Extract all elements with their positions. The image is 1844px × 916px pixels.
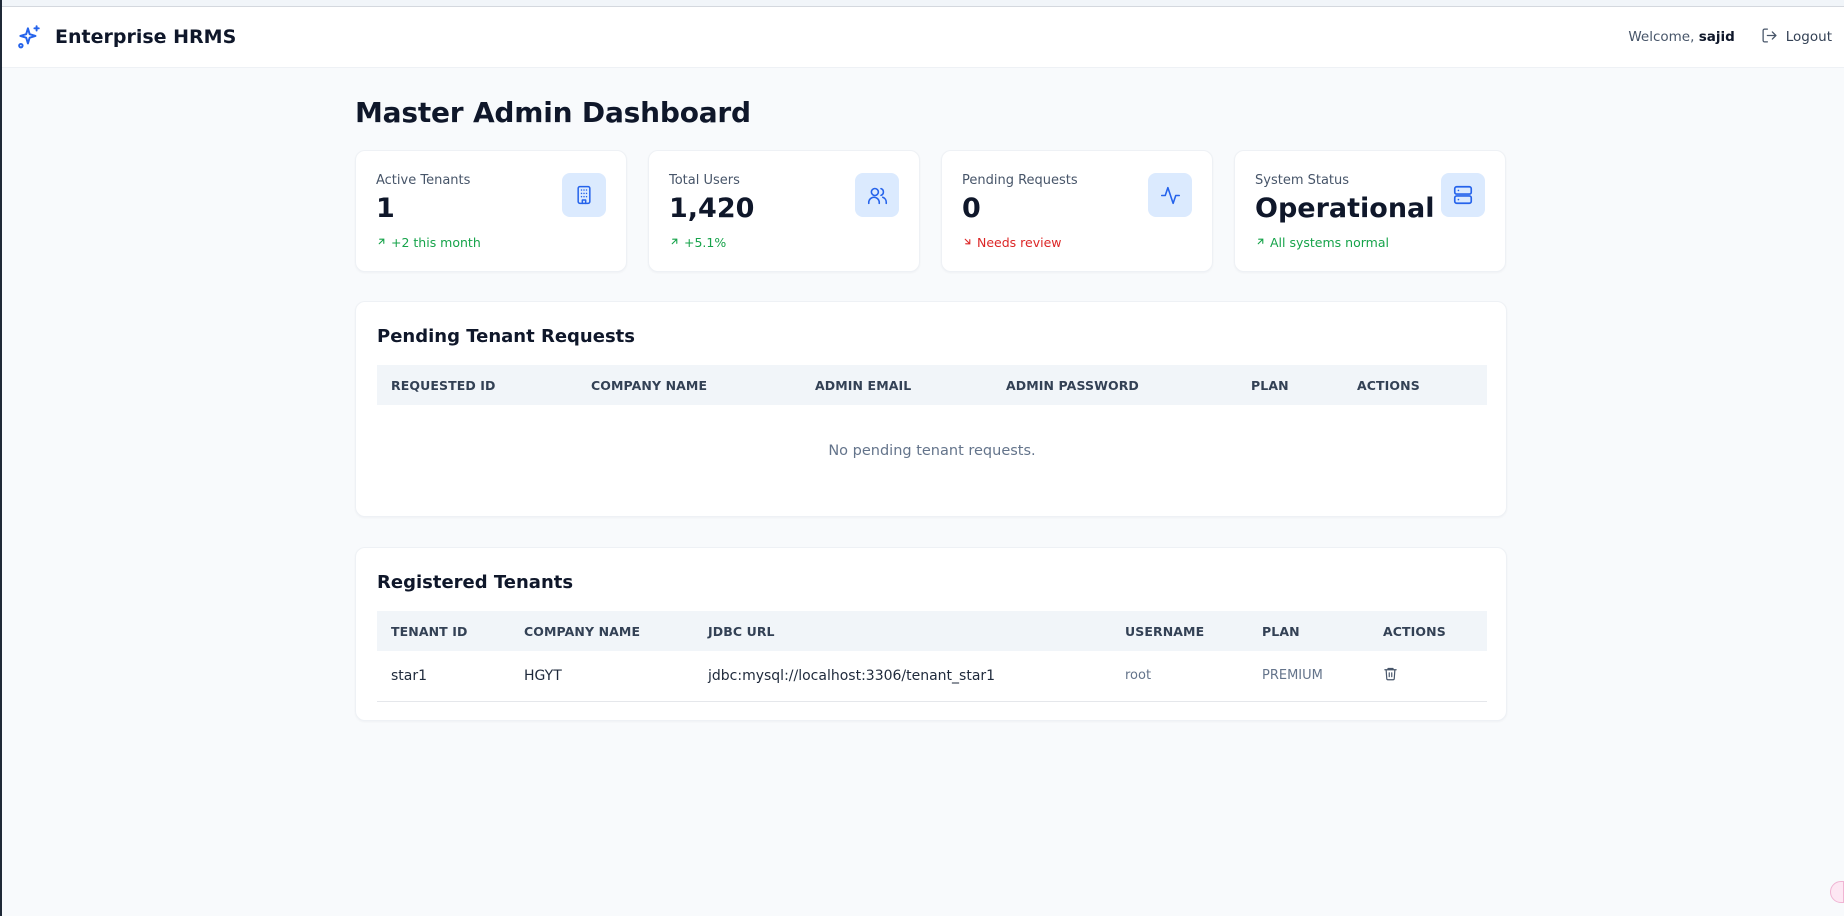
stat-trend-text: Needs review xyxy=(977,235,1062,250)
page-title: Master Admin Dashboard xyxy=(355,96,751,129)
actions-cell xyxy=(1369,651,1487,701)
arrow-up-right-icon xyxy=(376,235,387,250)
logout-label: Logout xyxy=(1785,29,1832,45)
stat-trend-text: All systems normal xyxy=(1270,235,1389,250)
welcome-text: Welcome, sajid xyxy=(1628,29,1734,45)
table-row[interactable]: star1 HGYT jdbc:mysql://localhost:3306/t… xyxy=(377,651,1487,701)
column-header: ADMIN EMAIL xyxy=(815,377,912,393)
stat-card-total-users: Total Users 1,420 +5.1% xyxy=(648,150,920,272)
logout-icon xyxy=(1761,27,1778,48)
top-navbar: Enterprise HRMS Welcome, sajid Logout xyxy=(2,7,1844,68)
stat-trend: +2 this month xyxy=(376,235,606,250)
panel-title: Pending Tenant Requests xyxy=(377,326,635,347)
column-header: ACTIONS xyxy=(1383,623,1446,639)
stat-card-system-status: System Status Operational All systems no… xyxy=(1234,150,1506,272)
registered-tenants-panel: Registered Tenants TENANT ID COMPANY NAM… xyxy=(355,547,1507,721)
column-header: COMPANY NAME xyxy=(591,377,708,393)
stat-trend: All systems normal xyxy=(1255,235,1485,250)
stat-trend-text: +5.1% xyxy=(684,235,727,250)
pending-requests-panel: Pending Tenant Requests REQUESTED ID COM… xyxy=(355,301,1507,517)
brand[interactable]: Enterprise HRMS xyxy=(15,23,236,51)
column-header: ACTIONS xyxy=(1357,377,1420,393)
sparkles-icon xyxy=(15,23,43,51)
column-header: PLAN xyxy=(1262,623,1300,639)
column-header: USERNAME xyxy=(1125,623,1205,639)
column-header: REQUESTED ID xyxy=(391,377,496,393)
empty-message: No pending tenant requests. xyxy=(828,443,1036,459)
building-icon xyxy=(562,173,606,217)
registered-tenants-table: TENANT ID COMPANY NAME JDBC URL USERNAME… xyxy=(377,611,1487,702)
column-header: COMPANY NAME xyxy=(524,623,641,639)
column-header: ADMIN PASSWORD xyxy=(1006,377,1139,393)
panel-title: Registered Tenants xyxy=(377,572,574,593)
stats-row: Active Tenants 1 +2 this month Total Use… xyxy=(355,150,1507,272)
stat-card-active-tenants: Active Tenants 1 +2 this month xyxy=(355,150,627,272)
username-cell: root xyxy=(1125,668,1152,684)
window-left-edge xyxy=(0,0,2,916)
arrow-down-right-icon xyxy=(962,235,973,250)
jdbc-url-cell: jdbc:mysql://localhost:3306/tenant_star1 xyxy=(708,667,996,684)
users-icon xyxy=(855,173,899,217)
welcome-prefix: Welcome, xyxy=(1628,29,1699,45)
floating-widget-icon[interactable] xyxy=(1830,881,1844,903)
activity-icon xyxy=(1148,173,1192,217)
column-header: JDBC URL xyxy=(708,623,775,639)
stat-trend: +5.1% xyxy=(669,235,899,250)
empty-row: No pending tenant requests. xyxy=(377,405,1487,497)
stat-card-pending-requests: Pending Requests 0 Needs review xyxy=(941,150,1213,272)
table-header-row: TENANT ID COMPANY NAME JDBC URL USERNAME… xyxy=(377,611,1487,651)
server-icon xyxy=(1441,173,1485,217)
column-header: PLAN xyxy=(1251,377,1289,393)
app-name: Enterprise HRMS xyxy=(55,26,237,48)
stat-trend-text: +2 this month xyxy=(391,235,481,250)
stat-trend: Needs review xyxy=(962,235,1192,250)
browser-top-edge xyxy=(0,0,1844,7)
username: sajid xyxy=(1698,29,1735,45)
arrow-up-right-icon xyxy=(669,235,680,250)
tenant-id-cell: star1 xyxy=(391,667,428,684)
column-header: TENANT ID xyxy=(391,623,468,639)
trash-icon[interactable] xyxy=(1383,666,1398,681)
pending-requests-table: REQUESTED ID COMPANY NAME ADMIN EMAIL AD… xyxy=(377,365,1487,497)
company-name-cell: HGYT xyxy=(524,667,562,684)
arrow-up-right-icon xyxy=(1255,235,1266,250)
logout-button[interactable]: Logout xyxy=(1761,27,1832,48)
plan-cell: PREMIUM xyxy=(1262,668,1323,684)
table-header-row: REQUESTED ID COMPANY NAME ADMIN EMAIL AD… xyxy=(377,365,1487,405)
